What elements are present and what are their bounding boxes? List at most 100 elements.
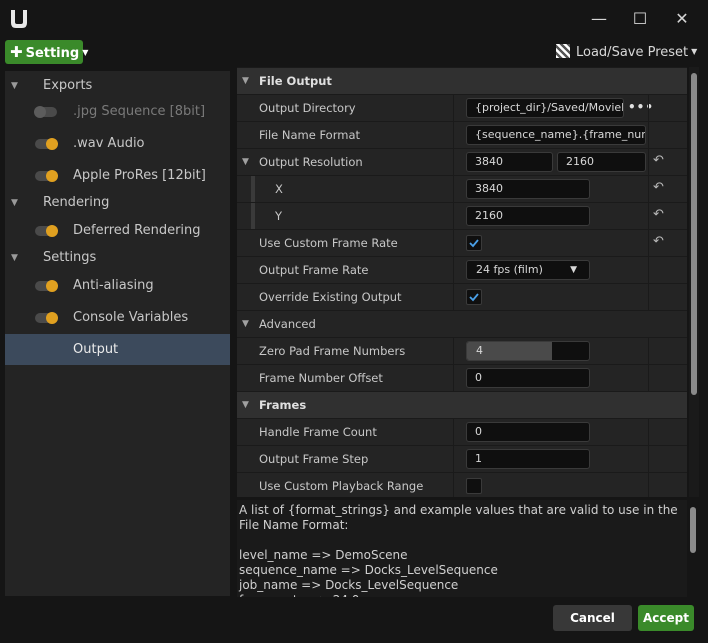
caret-down-icon: ▼ <box>82 48 89 57</box>
minimize-button[interactable]: — <box>588 9 610 29</box>
section-frames[interactable]: ▼ Frames <box>237 392 687 418</box>
output-directory-field[interactable]: {project_dir}/Saved/MovieRenders/ <box>466 98 624 118</box>
slider-value: 4 <box>476 344 483 357</box>
row-use-custom-playback-range: Use Custom Playback Range <box>237 473 687 497</box>
property-label: Handle Frame Count <box>259 425 377 439</box>
description-scrollbar[interactable] <box>690 507 696 553</box>
item-label: Anti-aliasing <box>73 278 154 293</box>
property-label: Y <box>275 209 283 223</box>
use-custom-frame-rate-checkbox[interactable] <box>466 235 482 251</box>
checkmark-icon <box>469 239 479 248</box>
property-label: Zero Pad Frame Numbers <box>259 344 406 358</box>
y-field[interactable]: 2160 <box>466 206 590 226</box>
accept-button[interactable]: Accept <box>638 605 694 631</box>
property-label: Output Frame Step <box>259 452 369 466</box>
browse-dots-icon[interactable]: ••• <box>628 100 654 114</box>
tree-item-console-variables[interactable]: Console Variables <box>5 303 230 333</box>
tree-category-rendering[interactable]: ▼ Rendering <box>5 188 230 218</box>
load-save-preset-button[interactable]: Load/Save Preset ▼ <box>556 42 697 62</box>
property-label: Frame Number Offset <box>259 371 383 385</box>
cancel-button[interactable]: Cancel <box>553 605 632 631</box>
item-label: .wav Audio <box>73 136 145 151</box>
tree-category-settings[interactable]: ▼ Settings <box>5 243 230 273</box>
description-text: A list of {format_strings} and example v… <box>237 500 687 597</box>
item-label: Apple ProRes [12bit] <box>73 168 206 183</box>
tree-item-deferred-rendering[interactable]: Deferred Rendering <box>5 216 230 246</box>
checkmark-icon <box>469 293 479 302</box>
frame-number-offset-field[interactable]: 0 <box>466 368 590 388</box>
expand-arrow-icon[interactable]: ▼ <box>11 243 18 273</box>
caret-down-icon: ▼ <box>691 47 698 56</box>
property-label: Output Directory <box>259 101 356 115</box>
settings-tree: ▼ Exports .jpg Sequence [8bit] .wav Audi… <box>5 71 230 596</box>
item-label: .jpg Sequence [8bit] <box>73 104 206 119</box>
plus-icon: ✚ <box>10 43 23 61</box>
chevron-down-icon: ▼ <box>570 265 577 275</box>
tree-item-wav-audio[interactable]: .wav Audio <box>5 129 230 159</box>
enable-toggle[interactable] <box>35 138 58 150</box>
row-handle-frame-count: Handle Frame Count 0 <box>237 419 687 445</box>
item-label: Output <box>73 342 119 357</box>
frame-rate-dropdown[interactable]: 24 fps (film) ▼ <box>466 260 590 280</box>
enable-toggle[interactable] <box>35 225 58 237</box>
property-label: Output Resolution <box>259 155 363 169</box>
resolution-x-field[interactable]: 3840 <box>466 152 553 172</box>
dropdown-value: 24 fps (film) <box>476 263 543 276</box>
section-file-output[interactable]: ▼ File Output <box>237 68 687 94</box>
override-existing-output-checkbox[interactable] <box>466 289 482 305</box>
property-label: Use Custom Playback Range <box>259 479 424 493</box>
expand-arrow-icon[interactable]: ▼ <box>242 311 249 337</box>
zero-pad-slider[interactable]: 4 <box>466 341 590 361</box>
property-label: Use Custom Frame Rate <box>259 236 398 250</box>
property-label: Output Frame Rate <box>259 263 369 277</box>
title-bar: — ☐ ✕ <box>0 0 708 38</box>
add-setting-button[interactable]: ✚ Setting ▼ <box>5 40 88 64</box>
enable-toggle[interactable] <box>35 170 58 182</box>
expand-arrow-icon[interactable]: ▼ <box>11 188 18 218</box>
row-output-directory: Output Directory {project_dir}/Saved/Mov… <box>237 95 687 121</box>
reset-arrow-icon[interactable]: ↶ <box>653 181 667 195</box>
row-file-name-format: File Name Format {sequence_name}.{frame_… <box>237 122 687 148</box>
row-frame-number-offset: Frame Number Offset 0 <box>237 365 687 391</box>
resolution-y-field[interactable]: 2160 <box>557 152 646 172</box>
maximize-button[interactable]: ☐ <box>629 9 651 29</box>
row-resolution-y: Y 2160 ↶ <box>237 203 687 229</box>
row-override-existing-output: Override Existing Output <box>237 284 687 310</box>
preset-label: Load/Save Preset <box>576 45 689 60</box>
enable-toggle[interactable] <box>35 280 58 292</box>
property-label: X <box>275 182 283 196</box>
tree-item-output[interactable]: Output <box>5 334 230 365</box>
enable-toggle[interactable] <box>34 106 57 118</box>
section-advanced[interactable]: ▼ Advanced <box>237 311 687 337</box>
expand-arrow-icon[interactable]: ▼ <box>242 392 249 418</box>
expand-arrow-icon[interactable]: ▼ <box>242 68 249 94</box>
tree-item-apple-prores[interactable]: Apple ProRes [12bit] <box>5 161 230 191</box>
use-custom-playback-range-checkbox[interactable] <box>466 478 482 494</box>
row-zero-pad: Zero Pad Frame Numbers 4 <box>237 338 687 364</box>
handle-frame-count-field[interactable]: 0 <box>466 422 590 442</box>
close-button[interactable]: ✕ <box>671 9 693 29</box>
row-output-resolution: ▼ Output Resolution 3840 2160 ↶ <box>237 149 687 175</box>
output-frame-step-field[interactable]: 1 <box>466 449 590 469</box>
reset-arrow-icon[interactable]: ↶ <box>653 235 667 249</box>
details-scrollbar[interactable] <box>691 73 697 395</box>
reset-arrow-icon[interactable]: ↶ <box>653 208 667 222</box>
expand-arrow-icon[interactable]: ▼ <box>242 149 249 175</box>
category-label: Settings <box>43 250 97 265</box>
section-title: Frames <box>259 398 307 412</box>
row-use-custom-frame-rate: Use Custom Frame Rate ↶ <box>237 230 687 256</box>
section-title: Advanced <box>259 317 316 331</box>
unreal-logo-icon <box>11 10 27 28</box>
reset-arrow-icon[interactable]: ↶ <box>653 154 667 168</box>
section-title: File Output <box>259 74 332 88</box>
details-panel: ▼ File Output Output Directory {project_… <box>237 67 687 497</box>
x-field[interactable]: 3840 <box>466 179 590 199</box>
enable-toggle[interactable] <box>35 312 58 324</box>
file-name-format-field[interactable]: {sequence_name}.{frame_number} <box>466 125 646 145</box>
row-output-frame-step: Output Frame Step 1 <box>237 446 687 472</box>
tree-item-anti-aliasing[interactable]: Anti-aliasing <box>5 271 230 301</box>
row-resolution-x: X 3840 ↶ <box>237 176 687 202</box>
setting-label: Setting <box>25 46 80 61</box>
row-output-frame-rate: Output Frame Rate 24 fps (film) ▼ <box>237 257 687 283</box>
tree-item-jpg-sequence[interactable]: .jpg Sequence [8bit] <box>5 97 230 127</box>
